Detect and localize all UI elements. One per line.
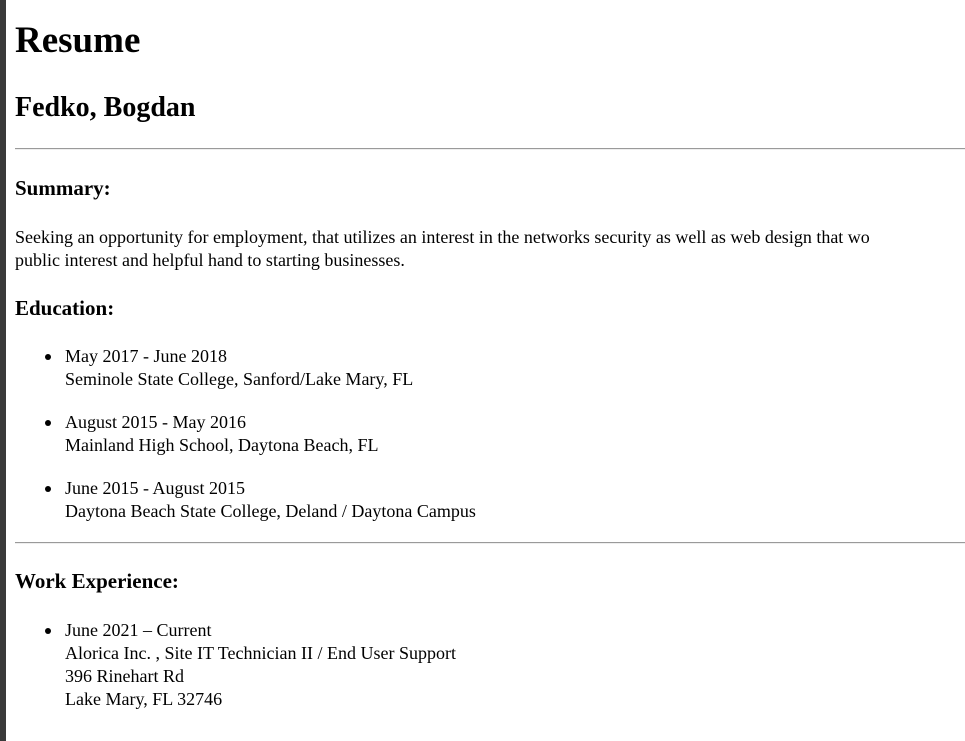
education-school: Mainland High School, Daytona Beach, FL [65, 435, 379, 455]
work-city: Lake Mary, FL 32746 [65, 689, 223, 709]
bullet-icon [45, 486, 51, 492]
education-dates: August 2015 - May 2016 [65, 412, 246, 432]
summary-text: Seeking an opportunity for employment, t… [15, 226, 965, 272]
bullet-icon [45, 628, 51, 634]
work-dates: June 2021 – Current [65, 620, 212, 640]
resume-document: Resume Fedko, Bogdan Summary: Seeking an… [15, 0, 965, 741]
person-name: Fedko, Bogdan [15, 92, 196, 123]
summary-line: public interest and helpful hand to star… [15, 250, 405, 270]
education-dates: June 2015 - August 2015 [65, 478, 245, 498]
bullet-icon [45, 354, 51, 360]
education-item: May 2017 - June 2018 Seminole State Coll… [15, 345, 476, 391]
work-item: June 2021 – Current Alorica Inc. , Site … [15, 619, 456, 711]
summary-heading: Summary: [15, 176, 111, 200]
education-school: Daytona Beach State College, Deland / Da… [65, 501, 476, 521]
work-heading: Work Experience: [15, 569, 179, 593]
education-dates: May 2017 - June 2018 [65, 346, 227, 366]
education-item: August 2015 - May 2016 Mainland High Sch… [15, 411, 476, 457]
divider [15, 148, 965, 150]
education-list: May 2017 - June 2018 Seminole State Coll… [15, 345, 476, 543]
education-item: June 2015 - August 2015 Daytona Beach St… [15, 477, 476, 523]
left-border-bar [0, 0, 6, 741]
education-school: Seminole State College, Sanford/Lake Mar… [65, 369, 414, 389]
work-list: June 2021 – Current Alorica Inc. , Site … [15, 619, 456, 731]
work-employer: Alorica Inc. , Site IT Technician II / E… [65, 643, 456, 663]
page-title: Resume [15, 20, 141, 61]
bullet-icon [45, 420, 51, 426]
work-street: 396 Rinehart Rd [65, 666, 184, 686]
education-heading: Education: [15, 296, 115, 320]
divider [15, 542, 965, 544]
summary-line: Seeking an opportunity for employment, t… [15, 227, 870, 247]
